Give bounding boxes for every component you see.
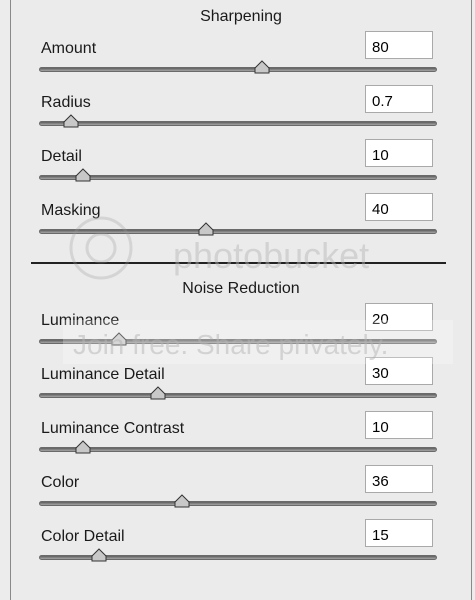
color-detail-label: Color Detail — [41, 528, 125, 545]
masking-slider-track[interactable] — [39, 229, 437, 234]
slider-row-color-detail: Color Detail — [11, 519, 471, 582]
radius-slider-thumb-icon[interactable] — [63, 114, 79, 128]
color-label: Color — [41, 474, 80, 491]
masking-input[interactable] — [365, 193, 433, 221]
detail-label: Detail — [41, 148, 82, 165]
luminance-label: Luminance — [41, 312, 120, 329]
luminance-detail-label: Luminance Detail — [41, 366, 165, 383]
section-divider — [31, 262, 446, 264]
detail-input[interactable] — [365, 139, 433, 167]
radius-label: Radius — [41, 94, 91, 111]
amount-slider-track[interactable] — [39, 67, 437, 72]
luminance-input[interactable] — [365, 303, 433, 331]
color-detail-input[interactable] — [365, 519, 433, 547]
luminance-detail-slider-track[interactable] — [39, 393, 437, 398]
color-input[interactable] — [365, 465, 433, 493]
luminance-contrast-slider-thumb-icon[interactable] — [75, 440, 91, 454]
luminance-contrast-input[interactable] — [365, 411, 433, 439]
luminance-slider-track[interactable] — [39, 339, 437, 344]
amount-slider-thumb-icon[interactable] — [254, 60, 270, 74]
luminance-detail-slider-thumb-icon[interactable] — [150, 386, 166, 400]
amount-input[interactable] — [365, 31, 433, 59]
luminance-detail-input[interactable] — [365, 357, 433, 385]
amount-label: Amount — [41, 40, 97, 57]
color-slider-track[interactable] — [39, 501, 437, 506]
radius-slider-track[interactable] — [39, 121, 437, 126]
noise-reduction-section-title: Noise Reduction — [182, 280, 300, 297]
luminance-contrast-slider-track[interactable] — [39, 447, 437, 452]
color-detail-slider-thumb-icon[interactable] — [91, 548, 107, 562]
detail-slider-track[interactable] — [39, 175, 437, 180]
color-slider-thumb-icon[interactable] — [174, 494, 190, 508]
detail-panel: Sharpening Amount Radius Detail Masking … — [10, 0, 472, 600]
detail-slider-thumb-icon[interactable] — [75, 168, 91, 182]
masking-label: Masking — [41, 202, 101, 219]
sharpening-section-title: Sharpening — [200, 8, 282, 25]
slider-row-masking: Masking — [11, 193, 471, 256]
luminance-contrast-label: Luminance Contrast — [41, 420, 185, 437]
luminance-slider-thumb-icon[interactable] — [111, 332, 127, 346]
masking-slider-thumb-icon[interactable] — [198, 222, 214, 236]
radius-input[interactable] — [365, 85, 433, 113]
